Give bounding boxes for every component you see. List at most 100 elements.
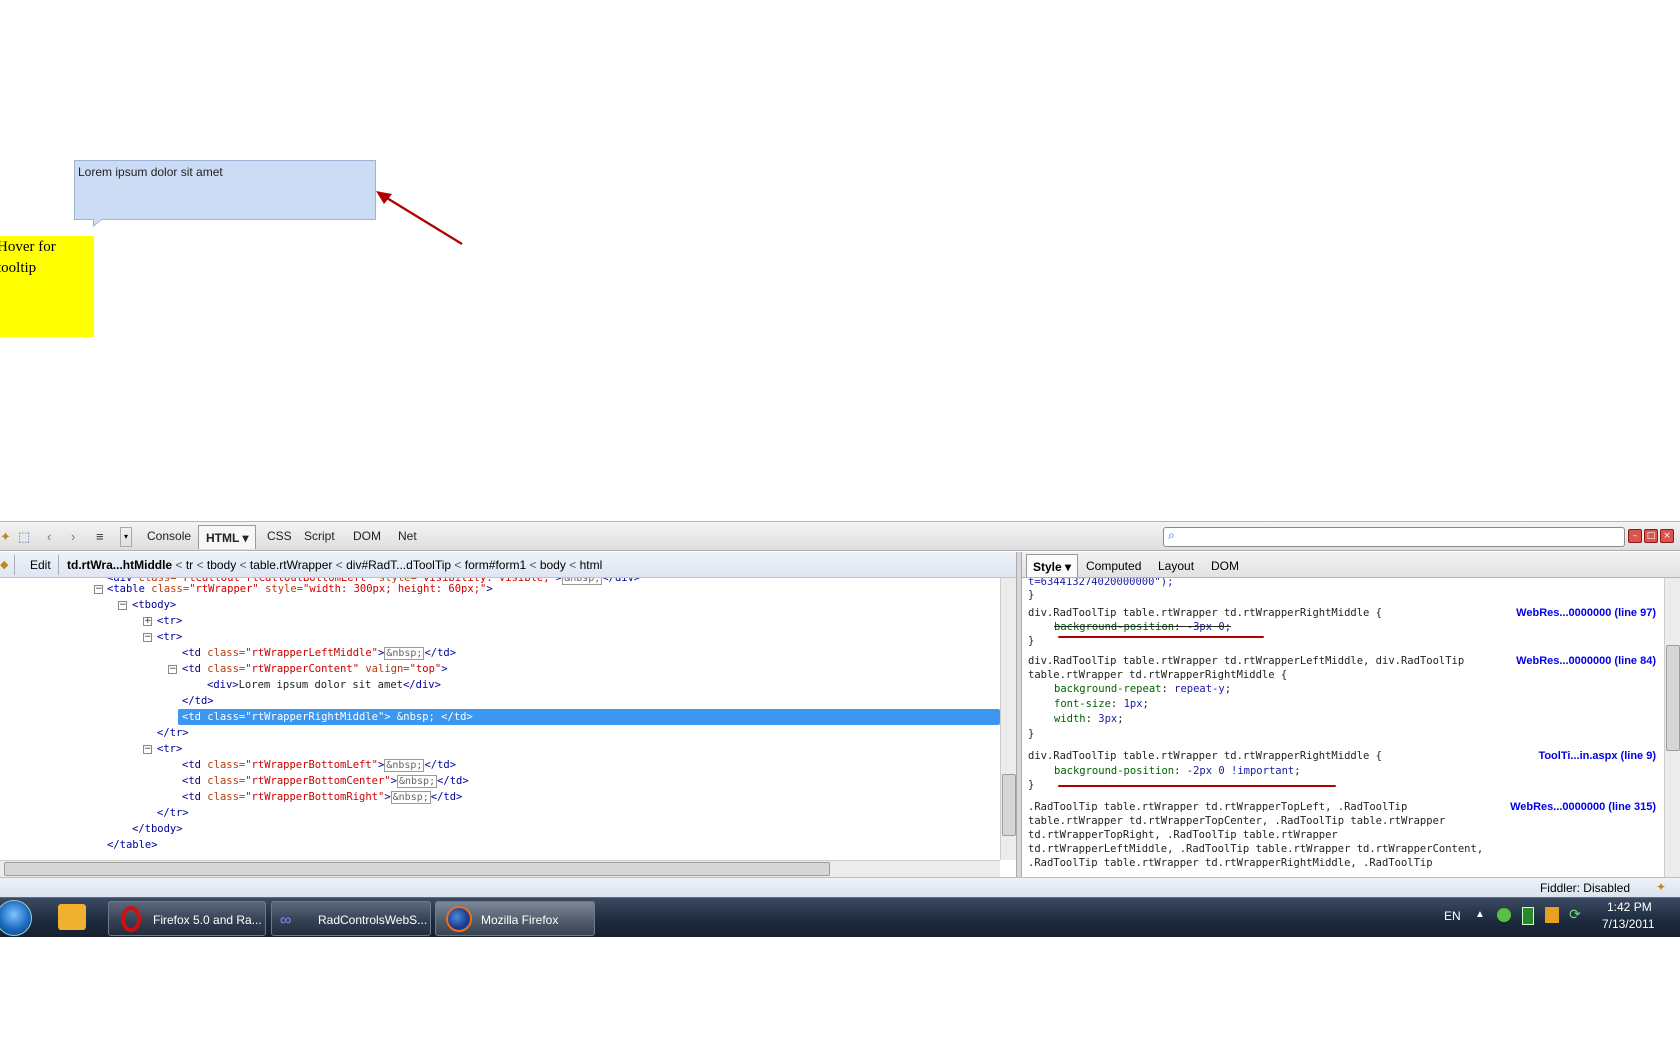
html-line-14[interactable]: <td class="rtWrapperBottomRight"> &nbsp; <…: [182, 789, 462, 805]
html-line-13[interactable]: <td class="rtWrapperBottomCenter"> &nbsp;…: [182, 773, 469, 789]
taskbar-button-radcontrols[interactable]: ∞ RadControlsWebS...: [271, 901, 431, 936]
tab-html[interactable]: HTML ▾: [198, 525, 257, 549]
crumb-selected[interactable]: td.rtWra...htMiddle: [67, 558, 172, 572]
crumb-tbody[interactable]: tbody: [207, 558, 236, 572]
taskbar-button-opera[interactable]: Firefox 5.0 and Ra...: [108, 901, 266, 936]
html-line-3[interactable]: <tr>: [157, 613, 182, 629]
firebug-status-icon[interactable]: ✦: [1656, 880, 1666, 894]
html-line-15[interactable]: </tr>: [157, 805, 189, 821]
menu-icon[interactable]: ≡: [96, 529, 104, 544]
tab-css[interactable]: CSS: [267, 529, 292, 543]
tab-style[interactable]: Style ▾: [1026, 554, 1079, 577]
hover-line-2: tooltip: [0, 260, 37, 276]
rule-3-selector[interactable]: div.RadToolTip table.rtWrapper td.rtWrap…: [1028, 749, 1382, 763]
rule-1-source[interactable]: WebRes...0000000 (line 97): [1516, 607, 1656, 619]
html-line-12[interactable]: <td class="rtWrapperBottomLeft"> &nbsp; </…: [182, 757, 456, 773]
html-line-4[interactable]: <tr>: [157, 629, 182, 645]
style-vertical-scroll-thumb[interactable]: [1666, 645, 1680, 751]
tab-dom[interactable]: DOM: [353, 529, 381, 543]
html-line-6[interactable]: <td class="rtWrapperContent" valign="top…: [182, 661, 448, 677]
tab-script[interactable]: Script: [304, 529, 335, 543]
collapse-toggle[interactable]: −: [118, 601, 127, 610]
tab-layout[interactable]: Layout: [1158, 559, 1194, 573]
crumb-tr[interactable]: tr: [186, 558, 193, 572]
html-line-1[interactable]: <table class="rtWrapper" style="width: 3…: [107, 581, 493, 597]
taskbar: Firefox 5.0 and Ra... ∞ RadControlsWebS.…: [0, 897, 1680, 937]
rule-2-prop[interactable]: font-size: 1px;: [1054, 697, 1149, 711]
html-line-17[interactable]: </table>: [107, 837, 158, 853]
search-icon: ⌕: [1168, 528, 1175, 542]
tooltip: Lorem ipsum dolor sit amet: [74, 160, 376, 220]
crumb-html[interactable]: html: [580, 558, 603, 572]
html-line-2[interactable]: <tbody>: [132, 597, 176, 613]
rule-2-selector-cont[interactable]: table.rtWrapper td.rtWrapperRightMiddle …: [1028, 668, 1287, 682]
crumb-form[interactable]: form#form1: [465, 558, 526, 572]
rule-1-selector[interactable]: div.RadToolTip table.rtWrapper td.rtWrap…: [1028, 606, 1382, 620]
language-indicator[interactable]: EN: [1444, 909, 1461, 923]
search-input[interactable]: ⌕: [1163, 527, 1625, 547]
tooltip-text: Lorem ipsum dolor sit amet: [78, 165, 223, 179]
tray-app-icon[interactable]: [1497, 908, 1511, 922]
taskbar-button-firefox[interactable]: Mozilla Firefox: [435, 901, 595, 936]
html-line-selected[interactable]: <td class="rtWrapperRightMiddle"> &nbsp;…: [178, 709, 1000, 725]
html-line-11[interactable]: <tr>: [157, 741, 182, 757]
outlook-icon[interactable]: [58, 904, 86, 930]
hover-line-1: Hover for: [0, 239, 56, 255]
firebug-small-icon: ◆: [0, 559, 9, 571]
inspect-icon[interactable]: ⬚: [18, 529, 30, 545]
side-panel-tabs: Style ▾ Computed Layout DOM: [1022, 552, 1680, 578]
dropdown-icon[interactable]: ▾: [120, 527, 132, 547]
rule-2-prop[interactable]: width: 3px;: [1054, 712, 1124, 726]
crumb-table[interactable]: table.rtWrapper: [250, 558, 332, 572]
clock-date[interactable]: 7/13/2011: [1602, 917, 1655, 931]
tab-console[interactable]: Console: [147, 529, 191, 543]
firefox-icon: [446, 906, 472, 932]
minimize-button[interactable]: –: [1628, 529, 1642, 543]
tab-net[interactable]: Net: [398, 529, 417, 543]
forward-icon[interactable]: ›: [71, 529, 75, 544]
expand-toggle[interactable]: +: [143, 617, 152, 626]
start-button[interactable]: [0, 900, 32, 936]
html-line-5[interactable]: <td class="rtWrapperLeftMiddle"> &nbsp; </…: [182, 645, 456, 661]
rule-4-selector[interactable]: .RadToolTip table.rtWrapper td.rtWrapper…: [1028, 800, 1407, 814]
html-line-16[interactable]: </tbody>: [132, 821, 183, 837]
tray-outlook-icon[interactable]: [1545, 907, 1559, 923]
firebug-icon[interactable]: ✦: [0, 529, 11, 545]
html-vertical-scroll-thumb[interactable]: [1002, 774, 1016, 836]
rule-4-selector: table.rtWrapper td.rtWrapperTopCenter, .…: [1028, 815, 1446, 827]
tab-computed[interactable]: Computed: [1086, 559, 1141, 573]
fiddler-status[interactable]: Fiddler: Disabled: [1540, 881, 1630, 895]
tray-battery-icon[interactable]: [1522, 907, 1534, 925]
collapse-toggle[interactable]: −: [143, 633, 152, 642]
close-button[interactable]: ×: [1660, 529, 1674, 543]
detach-button[interactable]: □: [1644, 529, 1658, 543]
rule-2-selector[interactable]: div.RadToolTip table.rtWrapper td.rtWrap…: [1028, 654, 1464, 668]
rule-2-prop[interactable]: background-repeat: repeat-y;: [1054, 682, 1231, 696]
hover-target[interactable]: Hover for tooltip: [0, 236, 94, 337]
rule-3-source[interactable]: ToolTi...in.aspx (line 9): [1538, 750, 1656, 762]
style-fragment: t=634413274020000000");: [1028, 578, 1174, 588]
show-hidden-icons[interactable]: ▲: [1475, 909, 1485, 920]
back-icon[interactable]: ‹: [47, 529, 51, 544]
tray-sync-icon[interactable]: ⟳: [1569, 906, 1581, 923]
rule-2-source[interactable]: WebRes...0000000 (line 84): [1516, 655, 1656, 667]
html-horizontal-scroll-thumb[interactable]: [4, 862, 830, 876]
collapse-toggle[interactable]: −: [143, 745, 152, 754]
rule-4-selector: td.rtWrapperLeftMiddle, .RadToolTip tabl…: [1028, 843, 1484, 855]
crumb-body[interactable]: body: [540, 558, 566, 572]
annotation-arrow: [376, 191, 463, 245]
tab-side-dom[interactable]: DOM: [1211, 559, 1239, 573]
rule-4-source[interactable]: WebRes...0000000 (line 315): [1510, 801, 1656, 813]
rule-1-prop[interactable]: background-position: -3px 0;: [1054, 620, 1231, 634]
opera-icon: [121, 906, 141, 932]
html-tree: <div class="rtCallout rtCalloutBottomLef…: [0, 578, 1016, 860]
html-line-8[interactable]: </td>: [182, 693, 214, 709]
html-line-10[interactable]: </tr>: [157, 725, 189, 741]
collapse-toggle[interactable]: −: [168, 665, 177, 674]
clock-time[interactable]: 1:42 PM: [1607, 900, 1652, 914]
html-line-7[interactable]: <div>Lorem ipsum dolor sit amet</div>: [207, 677, 441, 693]
edit-button[interactable]: Edit: [30, 558, 51, 572]
rule-3-prop[interactable]: background-position: -2px 0 !important;: [1054, 764, 1301, 778]
collapse-toggle[interactable]: −: [94, 585, 103, 594]
crumb-div[interactable]: div#RadT...dToolTip: [346, 558, 451, 572]
